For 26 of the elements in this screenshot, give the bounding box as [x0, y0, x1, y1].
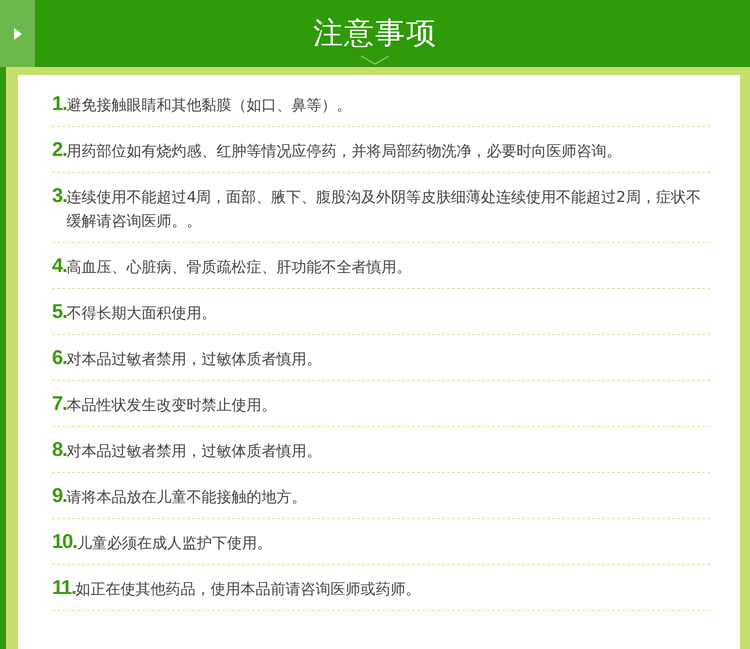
item-number: 10.	[52, 531, 77, 554]
notice-text: 不得长期大面积使用。	[66, 303, 218, 324]
triangle-icon	[12, 26, 22, 40]
item-number: 1.	[52, 93, 67, 116]
item-number: 3.	[52, 185, 67, 208]
item-number: 6.	[52, 347, 67, 370]
item-number: 11.	[52, 577, 76, 600]
notice-text: 避免接触眼睛和其他黏膜（如口、鼻等）。	[66, 95, 353, 116]
notice-text: 对本品过敏者禁用，过敏体质者慎用。	[66, 349, 323, 370]
item-number: 2.	[52, 139, 67, 162]
item-number: 7.	[52, 393, 67, 416]
chevron-icon	[360, 55, 390, 65]
notice-text: 对本品过敏者禁用，过敏体质者慎用。	[66, 441, 323, 462]
item-number: 5.	[52, 301, 67, 324]
notice-text: 儿童必须在成人监护下使用。	[76, 533, 273, 554]
notice-text: 高血压、心脏病、骨质疏松症、肝功能不全者慎用。	[66, 257, 413, 278]
item-number: 4.	[52, 255, 67, 278]
notice-text: 用药部位如有烧灼感、红肿等情况应停药，并将局部药物洗净，必要时向医师咨询。	[66, 141, 623, 162]
notice-text: 请将本品放在儿童不能接触的地方。	[66, 487, 308, 508]
notice-text: 连续使用不能超过4周，面部、腋下、腹股沟及外阴等皮肤细薄处连续使用不能超过2周，症状不缓解请咨询医师。。	[66, 187, 702, 232]
expand-button[interactable]	[0, 0, 35, 67]
item-number: 8.	[52, 439, 67, 462]
notice-text: 本品性状发生改变时禁止使用。	[66, 395, 278, 416]
item-number: 9.	[52, 485, 67, 508]
section-title: 注意事项	[313, 15, 437, 53]
notice-text: 如正在使其他药品，使用本品前请咨询医师或药师。	[76, 579, 422, 600]
